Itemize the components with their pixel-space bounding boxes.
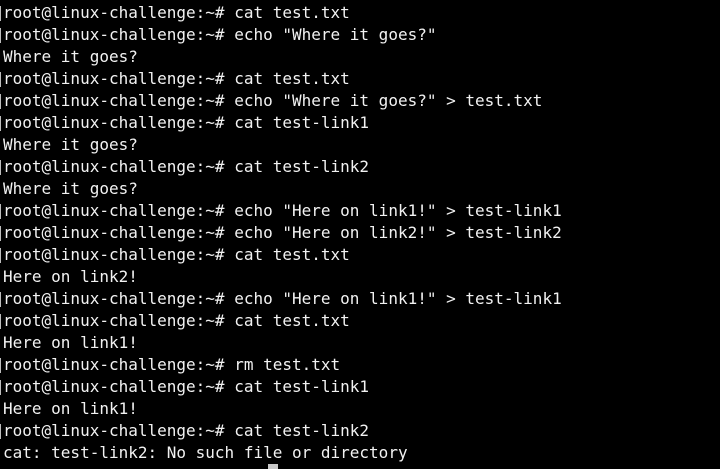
terminal-prompt-line: root@linux-challenge:~# cat test-link2 [0, 420, 720, 442]
terminal-prompt-line: root@linux-challenge:~# echo "Where it g… [0, 90, 720, 112]
terminal-prompt-line: root@linux-challenge:~# cat test.txt [0, 244, 720, 266]
terminal-output-line: Here on link1! [3, 333, 138, 352]
terminal-output-line: Where it goes? [3, 179, 138, 198]
terminal-output: root@linux-challenge:~# cat test.txt root… [0, 2, 720, 464]
terminal-output-line: Where it goes? [3, 47, 138, 66]
terminal-output-line: Here on link2! [3, 267, 138, 286]
terminal-prompt-line: root@linux-challenge:~# cat test-link1 [0, 376, 720, 398]
terminal-prompt-line: root@linux-challenge:~# cat test.txt [0, 310, 720, 332]
terminal-prompt-line: root@linux-challenge:~# cat test.txt [0, 68, 720, 90]
terminal-prompt-line: root@linux-challenge:~# cat test.txt [0, 2, 720, 24]
terminal-prompt-line: root@linux-challenge:~# echo "Here on li… [0, 222, 720, 244]
terminal-prompt-line: root@linux-challenge:~# cat test-link2 [0, 156, 720, 178]
terminal-prompt-line: root@linux-challenge:~# cat test-link1 [0, 112, 720, 134]
terminal-output-line: Here on link1! [3, 399, 138, 418]
terminal-prompt-line: root@linux-challenge:~# rm test.txt [0, 354, 720, 376]
terminal-output-line: cat: test-link2: No such file or directo… [3, 443, 408, 462]
terminal-window[interactable]: root@linux-challenge:~# cat test.txt root… [0, 0, 720, 469]
terminal-prompt-line: root@linux-challenge:~# echo "Here on li… [0, 200, 720, 222]
terminal-cursor [268, 464, 278, 469]
terminal-output-line: Where it goes? [3, 135, 138, 154]
terminal-prompt-line: root@linux-challenge:~# echo "Where it g… [0, 24, 720, 46]
terminal-prompt-line: root@linux-challenge:~# echo "Here on li… [0, 288, 720, 310]
